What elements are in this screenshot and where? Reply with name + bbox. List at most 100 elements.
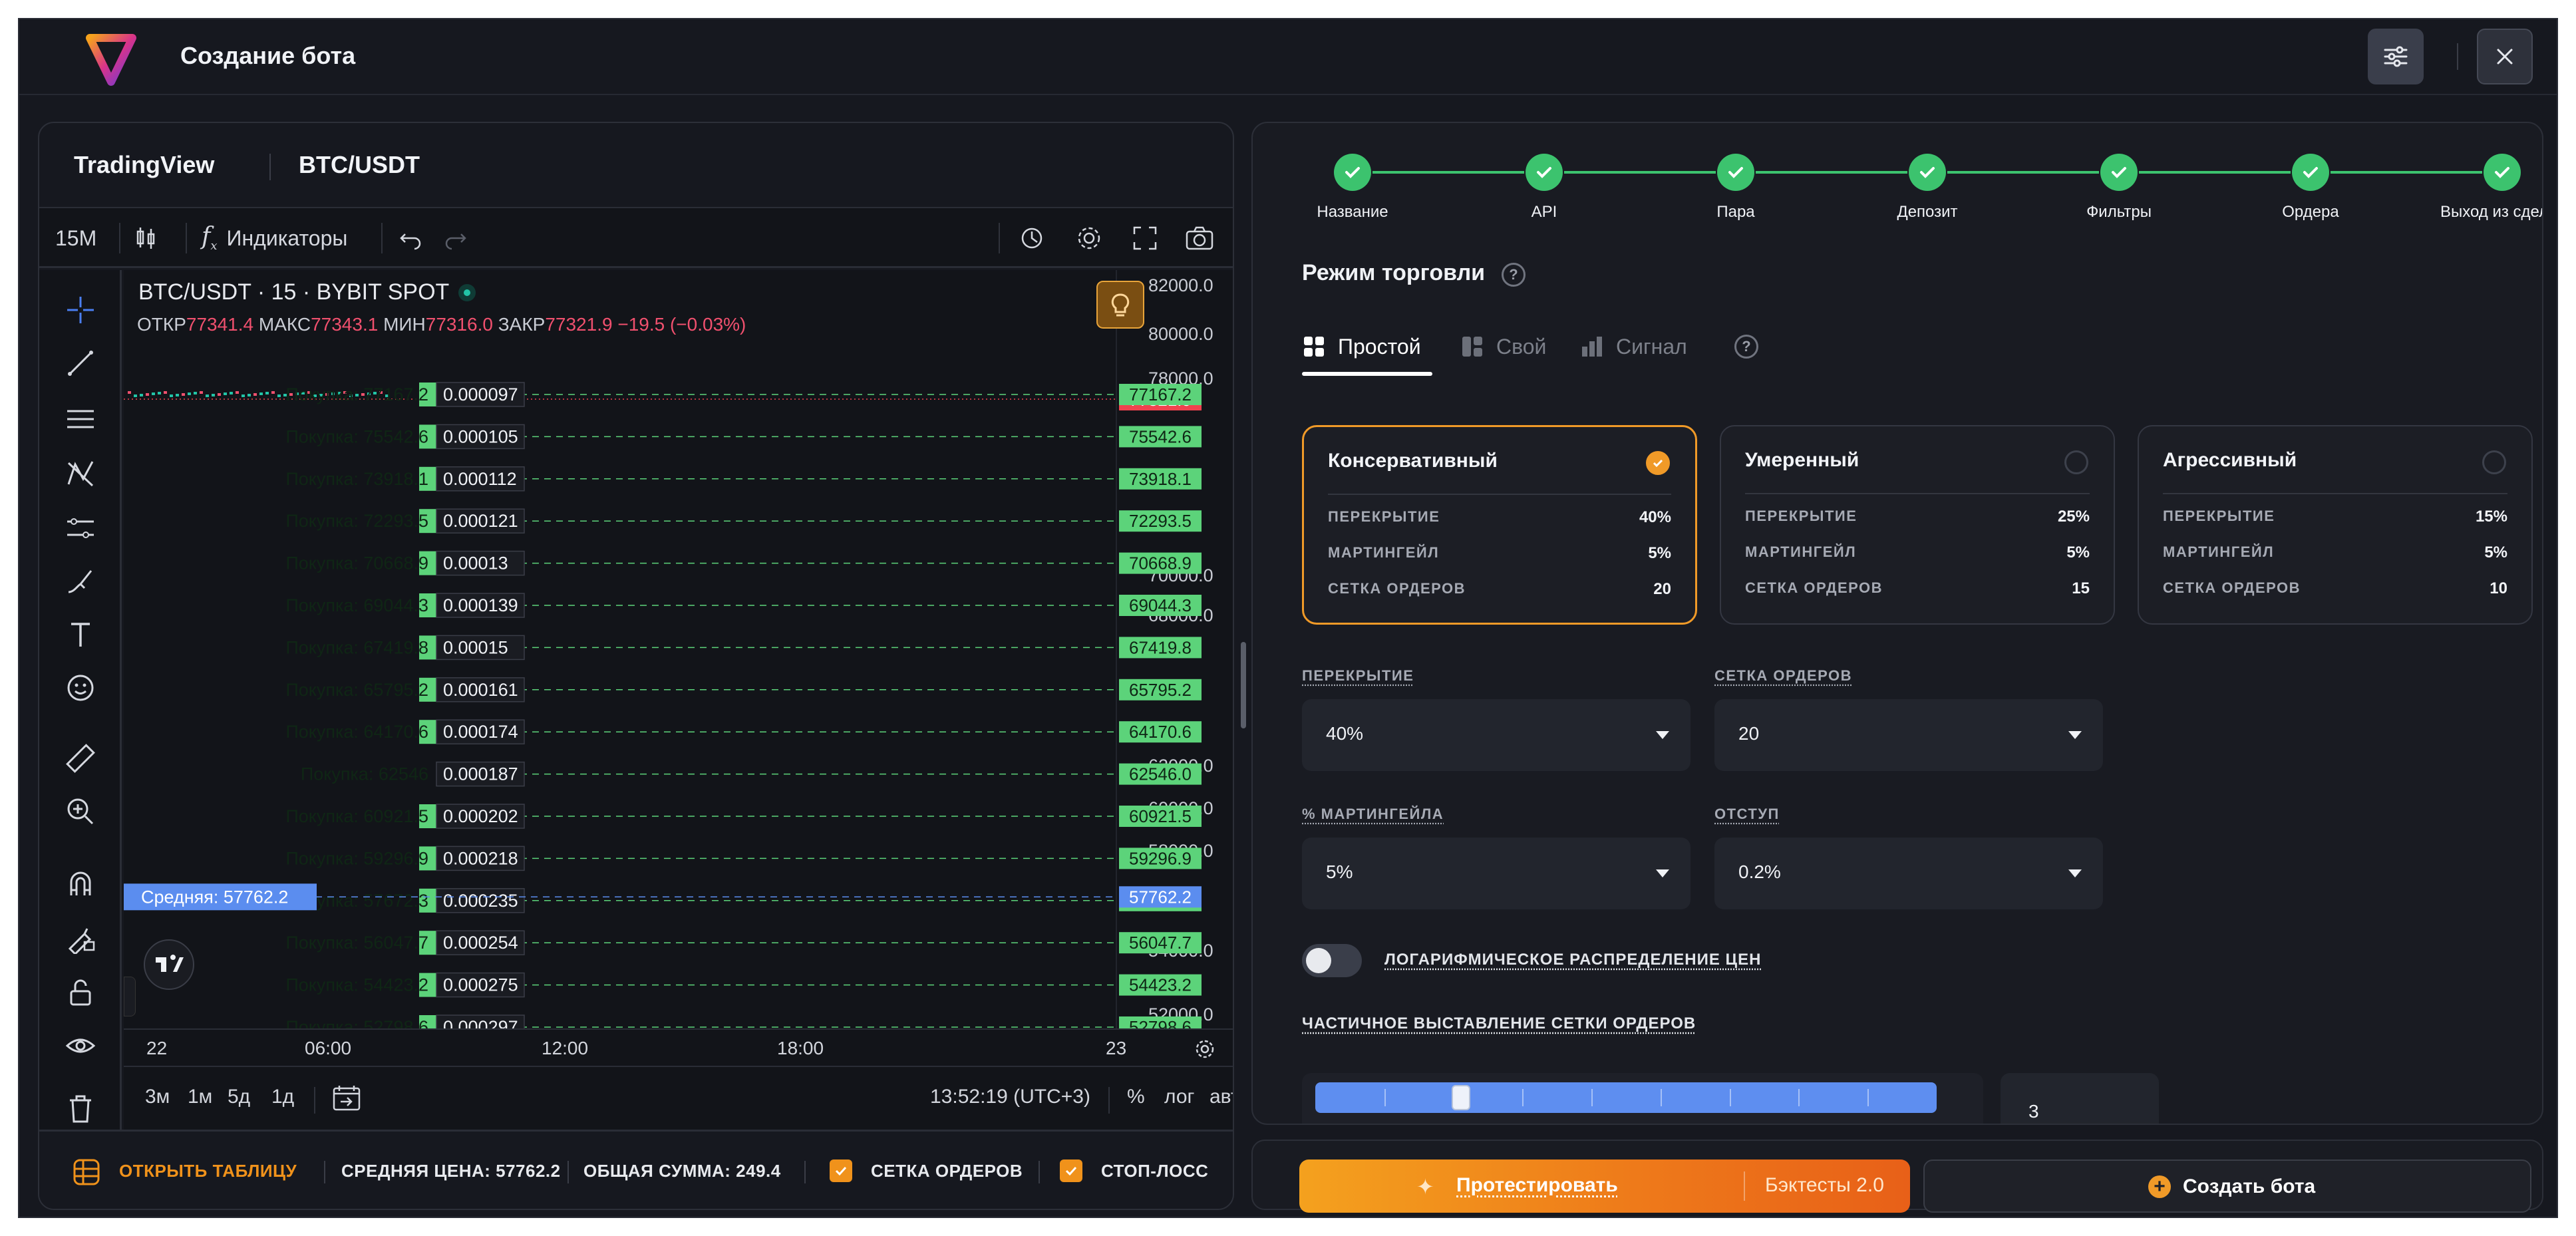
log-distribution-toggle[interactable] [1302,944,1362,977]
percent-scale-toggle[interactable]: % [1127,1086,1145,1108]
trash-icon[interactable] [62,1090,99,1127]
wizard-step[interactable]: Ордера [2244,154,2377,222]
indicators-button[interactable]: fx Индикаторы [202,208,347,268]
pattern-icon[interactable] [62,455,99,492]
preset-card[interactable]: Агрессивный ПЕРЕКРЫТИЕ 15% МАРТИНГЕЙЛ 5% СЕТК… [2138,425,2533,625]
fullscreen-button[interactable] [1132,208,1158,268]
fib-lines-icon[interactable] [62,400,99,438]
idea-button[interactable] [1096,281,1144,329]
tab-signal-label: Сигнал [1616,334,1687,359]
axis-settings-icon[interactable] [1194,1038,1216,1064]
zoom-in-icon[interactable] [62,793,99,830]
lock-drawing-icon[interactable] [62,919,99,957]
table-icon[interactable] [73,1158,100,1189]
ruler-icon[interactable] [62,740,99,777]
preset-card[interactable]: Умеренный ПЕРЕКРЫТИЕ 25% МАРТИНГЕЙЛ 5% СЕТКА … [1720,425,2115,625]
grid-icon [1304,337,1324,357]
order-price-label: 54423.2 [1129,975,1192,995]
wizard-step[interactable]: Выход из сделки [2436,154,2542,222]
eye-icon[interactable] [62,1027,99,1064]
candle [188,392,191,395]
goto-date-icon[interactable] [331,1083,362,1117]
bar-chart-icon [1582,337,1602,357]
config-panel: Название API Пара Депозит Фильтры Ордера Выход… [1251,122,2543,1125]
wizard-step[interactable]: Фильтры [2052,154,2185,222]
forecast-icon[interactable] [62,510,99,547]
clock-readout[interactable]: 13:52:19 (UTC+3) [930,1086,1090,1108]
radio-checked-icon[interactable] [1646,451,1670,475]
replay-button[interactable] [1017,208,1046,268]
tab-simple[interactable]: Простой [1302,328,1421,365]
log-scale-toggle[interactable]: лог [1164,1086,1194,1108]
grid-select[interactable]: 20 [1714,699,2103,771]
slider-handle[interactable] [1452,1085,1470,1110]
slider-max: 10 [1925,1122,1941,1124]
high-label: МАКС [258,314,311,335]
text-icon[interactable] [62,616,99,653]
backtest-link[interactable]: Бэктесты 2.0 [1765,1174,1884,1197]
tab-signal[interactable]: Сигнал [1580,328,1687,365]
check-icon [1909,154,1946,191]
open-table-button[interactable]: ОТКРЫТЬ ТАБЛИЦУ [119,1161,297,1181]
grid-checkbox[interactable] [830,1159,852,1182]
order-price-label: 59296.9 [1129,848,1192,868]
open-label: ОТКР [137,314,186,335]
caret-down-icon [1656,869,1669,877]
range-1m[interactable]: 1м [188,1086,212,1108]
preset-row-value: 20 [1653,580,1671,598]
candle-type-button[interactable] [132,208,159,268]
tab-custom[interactable]: Свой [1460,328,1546,365]
offset-select[interactable]: 0.2% [1714,838,2103,909]
help-icon[interactable]: ? [1502,263,1526,287]
preset-card[interactable]: Консервативный ПЕРЕКРЫТИЕ 40% МАРТИНГЕЙЛ 5% С… [1302,425,1697,625]
toolbar-divider [999,223,1000,253]
stop-loss-checkbox[interactable] [1060,1159,1082,1182]
radio-icon[interactable] [2482,450,2506,474]
martingale-select[interactable]: 5% [1302,838,1690,909]
offset-value: 0.2% [1738,861,1781,882]
brush-icon[interactable] [62,563,99,600]
toolbar-divider [1039,1161,1040,1183]
radio-icon[interactable] [2064,450,2088,474]
time-tick: 22 [146,1038,168,1058]
order-qty: 0.000161 [443,680,518,700]
settings-button[interactable] [2368,29,2424,84]
wizard-step[interactable]: API [1478,154,1611,222]
wizard-step[interactable]: Название [1286,154,1419,222]
caret-down-icon [2068,869,2082,877]
chart-settings-button[interactable] [1074,208,1104,268]
crosshair-icon[interactable] [62,291,99,329]
wizard-step[interactable]: Депозит [1861,154,1994,222]
candle [134,394,137,397]
wizard-step[interactable]: Пара [1669,154,1802,222]
partial-grid-count-input[interactable] [2001,1073,2159,1124]
candle [265,392,269,394]
emoji-icon[interactable] [62,669,99,706]
tradingview-logo-icon[interactable] [144,939,194,990]
partial-grid-slider[interactable] [1315,1082,1937,1113]
candle [212,394,215,396]
range-5d[interactable]: 5д [228,1086,250,1108]
redo-button[interactable] [444,208,468,268]
magnet-icon[interactable] [62,865,99,902]
app-logo [86,29,136,87]
app-window: Создание бота TradingView BTC/USDT 15M f… [18,18,2558,1218]
preset-row-value: 40% [1639,508,1671,526]
chart-area[interactable]: 82000.080000.078000.070000.068000.062000… [124,270,1233,1028]
close-button[interactable] [2477,29,2533,84]
unlock-icon[interactable] [62,974,99,1011]
order-price-label: 73918.1 [1129,469,1192,489]
help-icon[interactable]: ? [1734,335,1758,359]
overlap-select[interactable]: 40% [1302,699,1690,771]
range-1d[interactable]: 1д [271,1086,294,1108]
panel-resize-handle[interactable] [1241,642,1246,728]
range-3m[interactable]: 3м [145,1086,170,1108]
trendline-icon[interactable] [62,345,99,382]
preset-row-value: 25% [2057,508,2090,526]
undo-button[interactable] [399,208,422,268]
interval-button[interactable]: 15M [55,208,96,268]
screenshot-button[interactable] [1185,208,1214,268]
collapse-toolbar-handle[interactable] [124,977,136,1016]
test-button[interactable]: ✦ Протестировать Бэктесты 2.0 [1299,1159,1910,1213]
create-bot-button[interactable]: + Создать бота [1923,1159,2531,1213]
